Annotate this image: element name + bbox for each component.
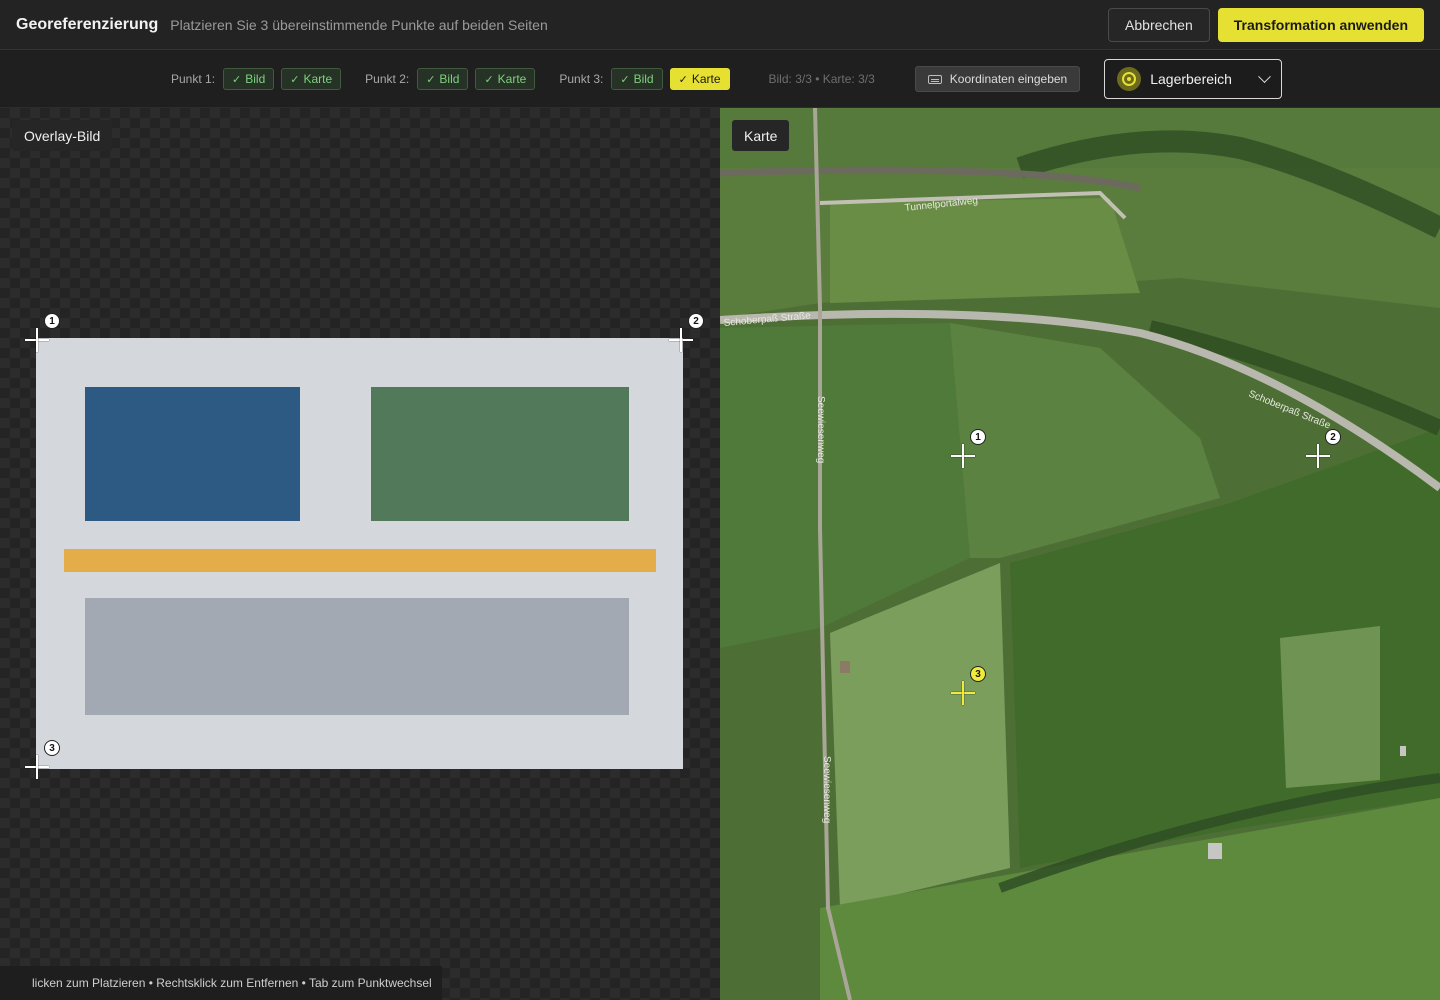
point-2-map-chip[interactable]: ✓ Karte <box>475 68 536 90</box>
point-counts: Bild: 3/3 • Karte: 3/3 <box>768 72 875 86</box>
overlay-block-blue <box>85 387 300 521</box>
chevron-down-icon <box>1258 69 1272 83</box>
point-1-image-chip[interactable]: ✓ Bild <box>223 68 275 90</box>
point-2-image-chip[interactable]: ✓ Bild <box>417 68 469 90</box>
crosshair-icon <box>962 444 964 468</box>
crosshair-icon <box>962 681 964 705</box>
image-marker-1[interactable]: 1 <box>25 313 60 352</box>
crosshair-icon <box>36 755 38 779</box>
page-subtitle: Platzieren Sie 3 übereinstimmende Punkte… <box>170 16 548 33</box>
check-icon: ✓ <box>290 73 300 86</box>
chip-label: Karte <box>497 72 527 86</box>
apply-transformation-button[interactable]: Transformation anwenden <box>1217 7 1424 42</box>
map-panel[interactable]: Tunnelportalweg Schoberpaß Straße Schobe… <box>720 108 1440 1000</box>
point-3-label: Punkt 3: <box>559 72 604 86</box>
overlay-image[interactable] <box>36 338 683 769</box>
building <box>1208 843 1222 859</box>
overlay-panel-label: Overlay-Bild <box>12 120 113 151</box>
area-select-value: Lagerbereich <box>1150 71 1232 87</box>
satellite-map: Tunnelportalweg Schoberpaß Straße Schobe… <box>720 108 1440 1000</box>
page-title: Georeferenzierung <box>16 15 159 33</box>
enter-coordinates-button[interactable]: Koordinaten eingeben <box>914 66 1081 92</box>
marker-number: 3 <box>44 740 60 756</box>
point-1-label: Punkt 1: <box>171 72 216 86</box>
image-marker-3[interactable]: 3 <box>25 740 60 779</box>
chip-label: Karte <box>303 72 333 86</box>
point-toolbar: Punkt 1: ✓ Bild ✓ Karte Punkt 2: ✓ Bild ✓ Ka… <box>0 51 1440 108</box>
target-dot <box>1127 77 1132 81</box>
overlay-block-green <box>371 387 629 521</box>
chip-label: Karte <box>691 72 721 86</box>
crosshair-icon <box>36 328 38 352</box>
field-square <box>1280 626 1380 788</box>
overlay-block-gray <box>85 598 629 715</box>
building <box>1400 746 1406 756</box>
check-icon: ✓ <box>232 73 242 86</box>
check-icon: ✓ <box>426 73 436 86</box>
overlay-image-panel[interactable]: Overlay-Bild 1 2 3 licken zum Platzieren… <box>0 108 720 1000</box>
map-marker-2[interactable]: 2 <box>1306 429 1341 468</box>
point-3-image-chip[interactable]: ✓ Bild <box>611 68 663 90</box>
check-icon: ✓ <box>620 73 630 86</box>
marker-number: 1 <box>970 429 986 445</box>
cancel-button[interactable]: Abbrechen <box>1108 7 1210 42</box>
marker-number: 2 <box>1325 429 1341 445</box>
road-label-seewiesen-top: Seewiesenweg <box>815 396 826 463</box>
point-1-map-chip[interactable]: ✓ Karte <box>281 68 342 90</box>
area-select[interactable]: Lagerbereich <box>1104 59 1283 99</box>
crosshair-icon <box>680 328 682 352</box>
marker-number: 3 <box>970 666 986 682</box>
check-icon: ✓ <box>484 73 494 86</box>
target-ring <box>1122 72 1137 86</box>
map-marker-3[interactable]: 3 <box>951 666 986 705</box>
image-marker-2[interactable]: 2 <box>669 313 704 352</box>
chip-label: Bild <box>245 72 266 86</box>
target-icon <box>1117 67 1142 91</box>
building <box>840 661 850 673</box>
point-3-map-chip[interactable]: ✓ Karte <box>669 68 730 90</box>
enter-coordinates-label: Koordinaten eingeben <box>949 72 1068 86</box>
header: Georeferenzierung Platzieren Sie 3 übere… <box>0 0 1440 50</box>
road-label-seewiesen-bottom: Seewiesenweg <box>821 756 832 823</box>
point-2-label: Punkt 2: <box>365 72 410 86</box>
check-icon: ✓ <box>678 73 688 86</box>
marker-number: 1 <box>44 313 60 329</box>
map-panel-label: Karte <box>732 120 790 151</box>
field-north-meadow <box>830 198 1140 303</box>
marker-number: 2 <box>688 313 704 329</box>
interaction-hint: licken zum Platzieren • Rechtsklick zum … <box>0 966 442 1000</box>
chip-label: Bild <box>633 72 654 86</box>
overlay-block-orange <box>64 549 656 572</box>
keyboard-icon <box>927 74 942 84</box>
crosshair-icon <box>1317 444 1319 468</box>
map-marker-1[interactable]: 1 <box>951 429 986 468</box>
chip-label: Bild <box>439 72 460 86</box>
